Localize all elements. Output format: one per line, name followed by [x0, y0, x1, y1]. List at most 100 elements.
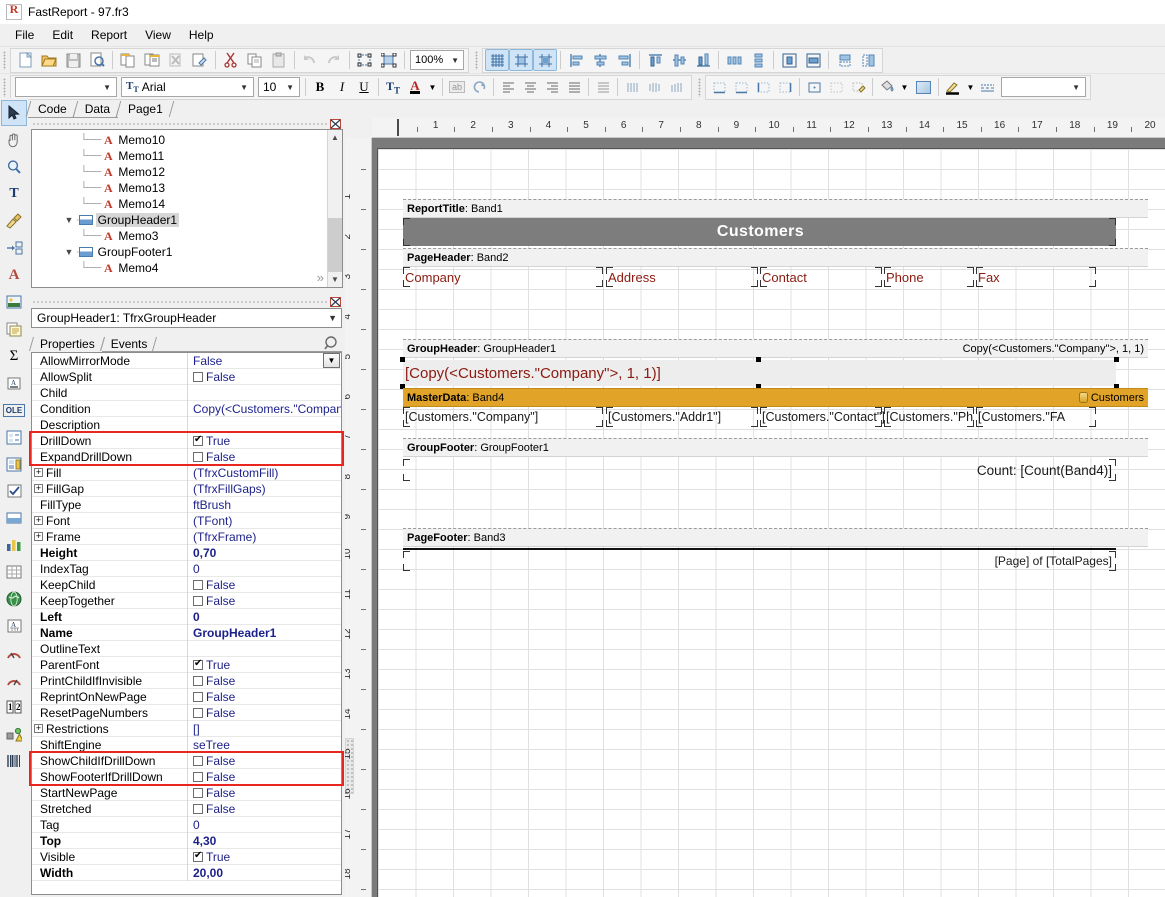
tree-node-memo4[interactable]: └── A Memo4	[32, 260, 327, 276]
align-toolbar-grip[interactable]	[474, 50, 480, 71]
resize-handle[interactable]	[1114, 357, 1119, 362]
chart-bar-object-icon[interactable]	[1, 532, 27, 558]
property-value[interactable]: False	[188, 353, 341, 369]
tree-node-memo13[interactable]: └── A Memo13	[32, 180, 327, 196]
band-groupfooter[interactable]: GroupFooter: GroupFooter1	[403, 438, 1148, 457]
tree-node-memo11[interactable]: └── A Memo11	[32, 148, 327, 164]
text-vertical-right-icon[interactable]	[665, 77, 687, 98]
property-row[interactable]: Name GroupHeader1	[32, 624, 341, 641]
close-icon[interactable]	[329, 118, 342, 129]
gauge-radial-icon[interactable]	[1, 667, 27, 693]
property-value[interactable]: ftBrush	[188, 497, 341, 513]
line-color-dropdown-icon[interactable]: ▼	[964, 77, 977, 98]
checkbox-unchecked-icon[interactable]	[193, 755, 203, 766]
center-horizontally-icon[interactable]	[777, 49, 801, 71]
property-value[interactable]: Copy(<Customers."Company">,	[188, 401, 341, 417]
same-width-icon[interactable]	[832, 49, 856, 71]
property-row[interactable]: Stretched False	[32, 800, 341, 817]
align-bottom-icon[interactable]	[691, 49, 715, 71]
fill-color-dropdown-icon[interactable]: ▼	[898, 77, 911, 98]
resize-handle[interactable]	[400, 357, 405, 362]
tree-vertical-scrollbar[interactable]: ▲ ▼	[327, 130, 342, 287]
property-row[interactable]: Top 4,30	[32, 832, 341, 849]
frame-editor-icon[interactable]	[847, 77, 869, 98]
line-object-icon[interactable]: A	[1, 370, 27, 396]
property-value[interactable]: False	[188, 753, 341, 769]
pagefooter-line[interactable]	[403, 548, 1116, 550]
select-tool-icon[interactable]	[1, 100, 27, 126]
tab-code[interactable]: Code	[28, 101, 75, 118]
align-text-center-icon[interactable]	[519, 77, 541, 98]
property-row[interactable]: ShowChildIfDrillDown False	[32, 752, 341, 769]
report-page[interactable]: ReportTitle: Band1 Customers PageHeader:…	[377, 148, 1165, 897]
property-value[interactable]: False	[188, 705, 341, 721]
frame-top-icon[interactable]	[708, 77, 730, 98]
checkbox-object-icon[interactable]	[1, 478, 27, 504]
band-reporttitle[interactable]: ReportTitle: Band1	[403, 199, 1148, 218]
property-value[interactable]: False	[188, 801, 341, 817]
checkbox-checked-icon[interactable]	[193, 434, 203, 446]
memo-fax-data[interactable]: [Customers."FA	[976, 407, 1096, 427]
property-row[interactable]: + Frame (TfrxFrame)	[32, 528, 341, 545]
text-vertical-center-icon[interactable]	[643, 77, 665, 98]
group-icon[interactable]	[353, 49, 377, 71]
property-row[interactable]: VisibleTrue	[32, 848, 341, 865]
expand-icon[interactable]: +	[34, 516, 43, 525]
frame-right-icon[interactable]	[774, 77, 796, 98]
property-value[interactable]: 0	[188, 817, 341, 833]
rotate-text-icon[interactable]	[468, 77, 490, 98]
close-icon[interactable]	[329, 296, 342, 307]
zoom-tool-icon[interactable]	[1, 154, 27, 180]
highlight-icon[interactable]: ab	[446, 77, 468, 98]
property-value[interactable]: 0	[188, 561, 341, 577]
font-name-combo[interactable]: TT Arial ▼	[121, 77, 254, 97]
align-top-icon[interactable]	[643, 49, 667, 71]
expand-icon[interactable]: +	[34, 468, 43, 477]
property-value[interactable]: GroupHeader1	[188, 625, 341, 641]
property-row[interactable]: ShiftEngine seTree	[32, 736, 341, 753]
property-row[interactable]: Description	[32, 416, 341, 433]
checkbox-checked-icon[interactable]	[193, 658, 203, 670]
fit-to-grid-icon[interactable]	[533, 49, 557, 71]
resize-handle[interactable]	[756, 357, 761, 362]
frame-toolbar-grip[interactable]	[697, 77, 703, 98]
property-list[interactable]: AllowMirrorMode False ▼ AllowSplit False Chil…	[31, 352, 342, 895]
checkbox-unchecked-icon[interactable]	[193, 451, 203, 462]
checkbox-unchecked-icon[interactable]	[193, 771, 203, 782]
property-value[interactable]: (TfrxFrame)	[188, 529, 341, 545]
property-row[interactable]: AllowMirrorMode False ▼	[32, 353, 341, 369]
memo-fax-header[interactable]: Fax	[976, 267, 1096, 287]
menu-view[interactable]: View	[136, 25, 180, 45]
property-row[interactable]: Width 20,00	[32, 864, 341, 881]
hand-tool-icon[interactable]	[1, 127, 27, 153]
fill-color-swatch-icon[interactable]	[911, 77, 935, 98]
property-row[interactable]: ParentFontTrue	[32, 656, 341, 673]
search-icon[interactable]	[322, 334, 340, 352]
style-combo[interactable]: ▼	[15, 77, 117, 97]
checkbox-unchecked-icon[interactable]	[193, 675, 203, 686]
tree-node-memo10[interactable]: └── A Memo10	[32, 132, 327, 148]
font-color-dropdown-icon[interactable]: ▼	[426, 77, 439, 98]
open-report-icon[interactable]	[37, 49, 61, 71]
property-row[interactable]: + FillGap (TfrxFillGaps)	[32, 480, 341, 497]
gauge-linear-icon[interactable]	[1, 640, 27, 666]
property-row[interactable]: Tag 0	[32, 816, 341, 833]
property-value[interactable]: (TfrxFillGaps)	[188, 481, 341, 497]
align-hcenter-icon[interactable]	[588, 49, 612, 71]
text-top-icon[interactable]	[592, 77, 614, 98]
band-groupheader[interactable]: GroupHeader: GroupHeader1 Copy(<Customer…	[403, 339, 1148, 358]
align-vcenter-icon[interactable]	[667, 49, 691, 71]
tab-properties[interactable]: Properties	[31, 337, 102, 352]
undo-icon[interactable]	[298, 49, 322, 71]
property-value[interactable]: False	[188, 673, 341, 689]
align-text-right-icon[interactable]	[541, 77, 563, 98]
align-text-left-icon[interactable]	[497, 77, 519, 98]
property-row[interactable]: PrintChildIfInvisible False	[32, 672, 341, 689]
picture-object-icon[interactable]	[1, 289, 27, 315]
property-row[interactable]: DrillDownTrue	[32, 432, 341, 449]
menu-edit[interactable]: Edit	[43, 25, 82, 45]
memo-report-title[interactable]: Customers	[403, 218, 1116, 246]
frame-none-icon[interactable]	[825, 77, 847, 98]
property-value[interactable]: False	[188, 689, 341, 705]
sum-object-icon[interactable]: Σ	[1, 343, 27, 369]
